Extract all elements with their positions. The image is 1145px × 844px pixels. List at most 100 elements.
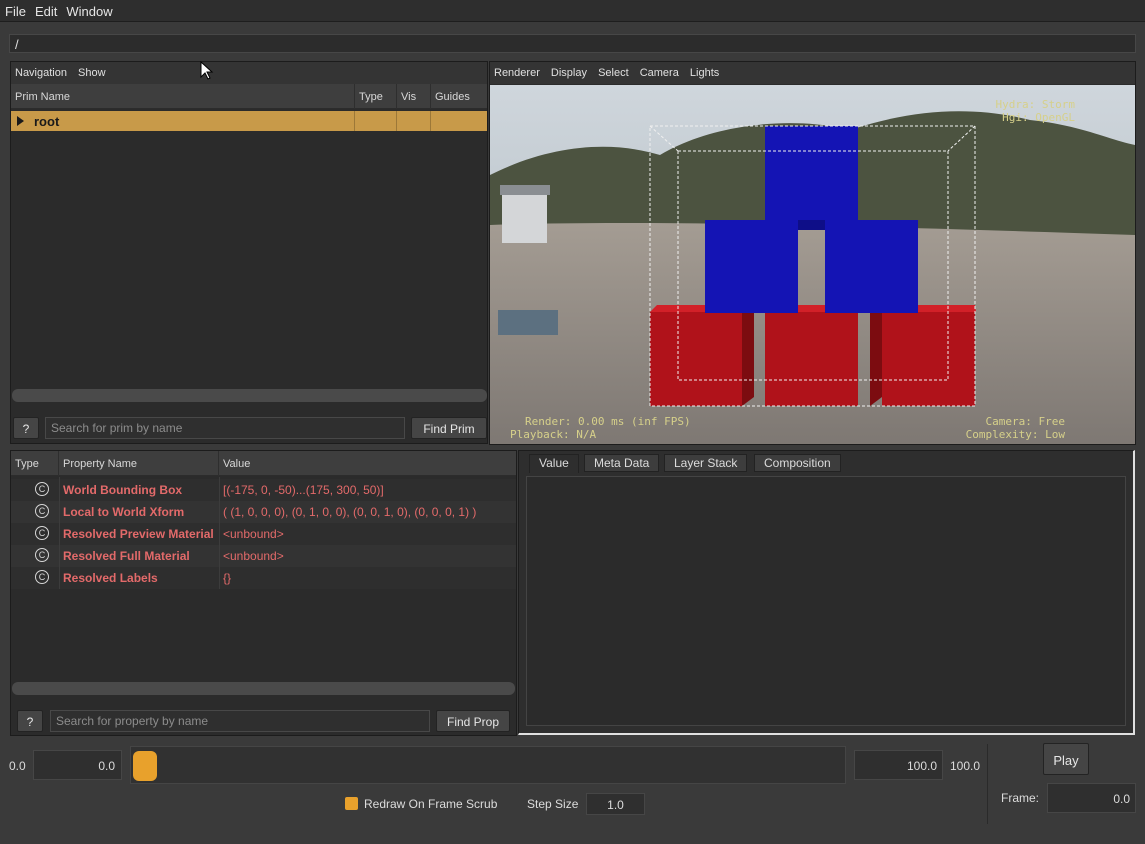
- computed-type-icon: C: [35, 548, 49, 562]
- col-vis[interactable]: Vis: [397, 84, 431, 109]
- prim-tree-header: Prim Name Type Vis Guides: [11, 84, 487, 109]
- menu-select[interactable]: Select: [598, 67, 629, 79]
- menu-navigation[interactable]: Navigation: [15, 67, 67, 79]
- hud-camera: Camera: Free: [985, 415, 1065, 428]
- redraw-label: Redraw On Frame Scrub: [364, 797, 498, 811]
- prim-search-input[interactable]: Search for prim by name: [45, 417, 405, 439]
- hud-renderer-info: Hydra: Storm Hgi: OpenGL: [996, 98, 1075, 124]
- red-cube-side: [870, 305, 882, 406]
- menu-window[interactable]: Window: [61, 0, 116, 19]
- property-row[interactable]: C World Bounding Box [(-175, 0, -50)...(17…: [11, 479, 516, 501]
- menu-lights[interactable]: Lights: [690, 67, 719, 79]
- property-name: Resolved Preview Material: [63, 527, 214, 541]
- property-row[interactable]: C Resolved Labels {}: [11, 567, 516, 589]
- hud-hgi: Hgi: OpenGL: [1002, 111, 1075, 124]
- find-prim-button[interactable]: Find Prim: [411, 417, 487, 439]
- menu-camera[interactable]: Camera: [640, 67, 679, 79]
- prim-row-root[interactable]: root: [11, 111, 487, 131]
- red-cube-middle: [765, 312, 858, 406]
- expand-arrow-icon[interactable]: [17, 116, 24, 126]
- blue-cube-shadow: [798, 220, 825, 230]
- blue-cube-top: [765, 126, 858, 220]
- bench-object: [498, 310, 558, 335]
- blue-cube-right: [825, 220, 918, 313]
- property-row[interactable]: C Resolved Preview Material <unbound>: [11, 523, 516, 545]
- divider: [987, 744, 988, 824]
- property-value: [(-175, 0, -50)...(175, 300, 50)]: [223, 483, 384, 497]
- property-panel: Type Property Name Value C World Bounding…: [10, 450, 517, 736]
- value-view: [526, 476, 1126, 726]
- col-type[interactable]: Type: [355, 84, 397, 109]
- prim-name: root: [34, 114, 60, 129]
- computed-type-icon: C: [35, 482, 49, 496]
- property-value: <unbound>: [223, 549, 284, 563]
- menu-show[interactable]: Show: [78, 67, 106, 79]
- col-guides[interactable]: Guides: [431, 84, 489, 109]
- col-prim-name[interactable]: Prim Name: [11, 84, 355, 109]
- property-name: Resolved Labels: [63, 571, 158, 585]
- hud-complexity: Complexity: Low: [965, 428, 1065, 441]
- menu-edit[interactable]: Edit: [30, 0, 61, 19]
- hud-render-info: Render: 0.00 ms (inf FPS) Playback: N/A: [510, 415, 691, 441]
- timeline-end-label: 100.0: [950, 759, 981, 773]
- prim-path-field[interactable]: /: [9, 34, 1136, 53]
- blue-cube-left: [705, 220, 798, 313]
- play-button[interactable]: Play: [1043, 743, 1089, 775]
- red-cube-right: [882, 312, 975, 406]
- property-name: World Bounding Box: [63, 483, 183, 497]
- tower-roof: [500, 185, 550, 195]
- prim-tree-scrollbar[interactable]: [12, 389, 487, 402]
- lifeguard-tower: [502, 193, 547, 243]
- col-divider: [59, 477, 60, 589]
- redraw-checkbox[interactable]: [345, 797, 358, 810]
- computed-type-icon: C: [35, 504, 49, 518]
- viewport-menu: Renderer Display Select Camera Lights: [490, 62, 1135, 84]
- frame-label: Frame:: [1001, 791, 1040, 805]
- col-prop-value[interactable]: Value: [219, 451, 517, 476]
- menu-display[interactable]: Display: [551, 67, 587, 79]
- property-row[interactable]: C Local to World Xform ( (1, 0, 0, 0), (0,…: [11, 501, 516, 523]
- prim-help-button[interactable]: ?: [13, 417, 39, 439]
- col-divider: [219, 477, 220, 589]
- prim-browser-menu: Navigation Show: [11, 62, 487, 84]
- property-name: Local to World Xform: [63, 505, 185, 519]
- col-divider: [430, 111, 431, 131]
- mouse-cursor-icon: [200, 61, 214, 80]
- step-size-label: Step Size: [527, 797, 579, 811]
- find-prop-button[interactable]: Find Prop: [436, 710, 510, 732]
- viewport-canvas[interactable]: [490, 85, 1135, 444]
- step-size-field[interactable]: 1.0: [586, 793, 645, 815]
- property-row[interactable]: C Resolved Full Material <unbound>: [11, 545, 516, 567]
- property-rows: C World Bounding Box [(-175, 0, -50)...(17…: [11, 476, 516, 589]
- property-value: {}: [223, 571, 232, 585]
- property-search-input[interactable]: Search for property by name: [50, 710, 430, 732]
- tab-meta-data[interactable]: Meta Data: [584, 454, 660, 472]
- prim-browser-panel: Navigation Show Prim Name Type Vis Guide…: [10, 61, 488, 444]
- menu-file[interactable]: File: [0, 0, 30, 19]
- tab-layer-stack[interactable]: Layer Stack: [664, 454, 748, 472]
- frame-slider[interactable]: [130, 746, 846, 784]
- col-prop-name[interactable]: Property Name: [59, 451, 219, 476]
- frame-slider-handle[interactable]: [133, 751, 157, 781]
- col-divider: [396, 111, 397, 131]
- property-value: <unbound>: [223, 527, 284, 541]
- property-scrollbar[interactable]: [12, 682, 515, 695]
- menu-bar: File Edit Window: [0, 0, 1145, 22]
- property-table-header: Type Property Name Value: [11, 451, 516, 476]
- hud-playback: Playback: N/A: [510, 428, 597, 441]
- menu-renderer[interactable]: Renderer: [494, 67, 540, 79]
- hud-render-time: Render: 0.00 ms (inf FPS): [525, 415, 691, 428]
- inspector-panel: Value Meta Data Layer Stack Composition: [518, 450, 1135, 735]
- col-prop-type[interactable]: Type: [11, 451, 59, 476]
- property-value: ( (1, 0, 0, 0), (0, 1, 0, 0), (0, 0, 1, …: [223, 505, 477, 519]
- hud-camera-info: Camera: Free Complexity: Low: [966, 415, 1065, 441]
- start-frame-field[interactable]: 0.0: [33, 750, 122, 780]
- timeline-start-label: 0.0: [9, 759, 26, 773]
- computed-type-icon: C: [35, 526, 49, 540]
- red-cube-left: [650, 312, 742, 406]
- property-help-button[interactable]: ?: [17, 710, 43, 732]
- tab-value[interactable]: Value: [529, 454, 579, 473]
- current-frame-field[interactable]: 0.0: [1047, 783, 1136, 813]
- tab-composition[interactable]: Composition: [754, 454, 841, 472]
- end-frame-field[interactable]: 100.0: [854, 750, 943, 780]
